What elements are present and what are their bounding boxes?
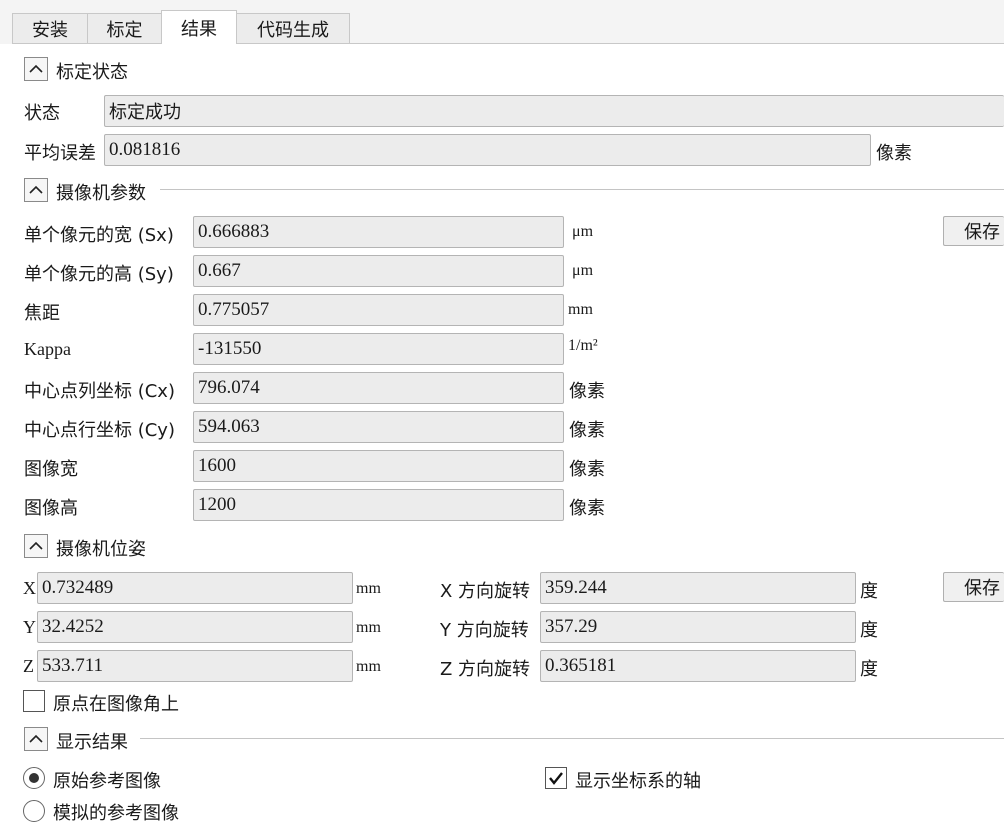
pose-y-label: Y [23,617,36,637]
chevron-up-icon [29,541,43,550]
param-unit: μm [572,223,594,240]
rot-y-unit: 度 [860,620,878,641]
param-field: -131550 [193,333,564,365]
tab-calibration-label: 标定 [106,19,143,41]
chevron-up-icon [29,185,43,194]
param-label: 焦距 [24,303,60,324]
radio-simulated-image[interactable] [23,800,45,822]
section-display-title: 显示结果 [56,732,128,753]
param-label: 单个像元的宽 (Sx) [24,225,174,246]
pose-x-label: X [23,578,36,598]
param-unit: mm [568,301,593,318]
tab-result[interactable]: 结果 [161,10,237,44]
rot-y-field: 357.29 [540,611,856,643]
save-camera-pose-button[interactable]: 保存 [943,572,1004,602]
show-axes-label: 显示坐标系的轴 [575,771,701,792]
pose-z-field: 533.711 [37,650,353,682]
rot-y-label: Y 方向旋转 [440,620,529,641]
radio-original-image-label: 原始参考图像 [53,771,161,792]
checkmark-icon [549,772,563,785]
param-label: 单个像元的高 (Sy) [24,264,174,285]
chevron-up-icon [29,734,43,743]
status-label: 状态 [24,103,60,124]
rot-z-field: 0.365181 [540,650,856,682]
origin-corner-checkbox[interactable] [23,690,45,712]
section-camera-pose-title: 摄像机位姿 [56,539,146,560]
tab-calibration[interactable]: 标定 [87,13,162,43]
rot-x-unit: 度 [860,581,878,602]
pose-y-field: 32.4252 [37,611,353,643]
collapse-camera-pose-button[interactable] [24,534,48,558]
save-camera-params-button[interactable]: 保存 [943,216,1004,246]
pose-z-unit: mm [356,658,381,675]
chevron-up-icon [29,64,43,73]
collapse-status-button[interactable] [24,57,48,81]
rot-z-unit: 度 [860,659,878,680]
section-divider [160,189,1004,190]
pose-z-label: Z [23,656,34,676]
mean-error-field: 0.081816 [104,134,871,166]
param-field: 796.074 [193,372,564,404]
param-label: 图像高 [24,498,78,519]
tab-install[interactable]: 安装 [12,13,88,43]
tab-install-label: 安装 [32,19,68,41]
mean-error-label: 平均误差 [24,143,96,164]
section-divider [140,738,1004,739]
param-field: 1600 [193,450,564,482]
tab-code-generation[interactable]: 代码生成 [236,13,350,43]
param-unit: 像素 [569,459,605,480]
param-unit: 像素 [569,420,605,441]
param-field: 1200 [193,489,564,521]
param-label: Kappa [24,339,71,359]
tab-code-generation-label: 代码生成 [257,19,329,41]
section-status-title: 标定状态 [56,62,128,83]
mean-error-unit: 像素 [876,143,912,164]
param-field: 0.666883 [193,216,564,248]
param-unit: 1/m² [568,337,598,354]
radio-original-image[interactable] [23,767,45,789]
rot-z-label: Z 方向旋转 [440,659,531,680]
radio-simulated-image-label: 模拟的参考图像 [53,803,179,824]
rot-x-field: 359.244 [540,572,856,604]
pose-y-unit: mm [356,619,381,636]
param-unit: μm [572,262,594,279]
param-field: 594.063 [193,411,564,443]
param-unit: 像素 [569,381,605,402]
tab-result-label: 结果 [181,18,217,40]
pose-x-unit: mm [356,580,381,597]
show-axes-checkbox[interactable] [545,767,567,789]
collapse-camera-params-button[interactable] [24,178,48,202]
save-button-label: 保存 [964,222,1000,243]
param-field: 0.667 [193,255,564,287]
radio-selected-dot [29,773,39,783]
param-label: 图像宽 [24,459,78,480]
pose-x-field: 0.732489 [37,572,353,604]
section-camera-params-title: 摄像机参数 [56,183,146,204]
param-label: 中心点列坐标 (Cx) [24,381,175,402]
param-label: 中心点行坐标 (Cy) [24,420,175,441]
collapse-display-button[interactable] [24,727,48,751]
param-unit: 像素 [569,498,605,519]
rot-x-label: X 方向旋转 [440,581,531,602]
status-field: 标定成功 [104,95,1004,127]
param-field: 0.775057 [193,294,564,326]
save-button-label: 保存 [964,578,1000,599]
origin-corner-label: 原点在图像角上 [53,694,179,715]
